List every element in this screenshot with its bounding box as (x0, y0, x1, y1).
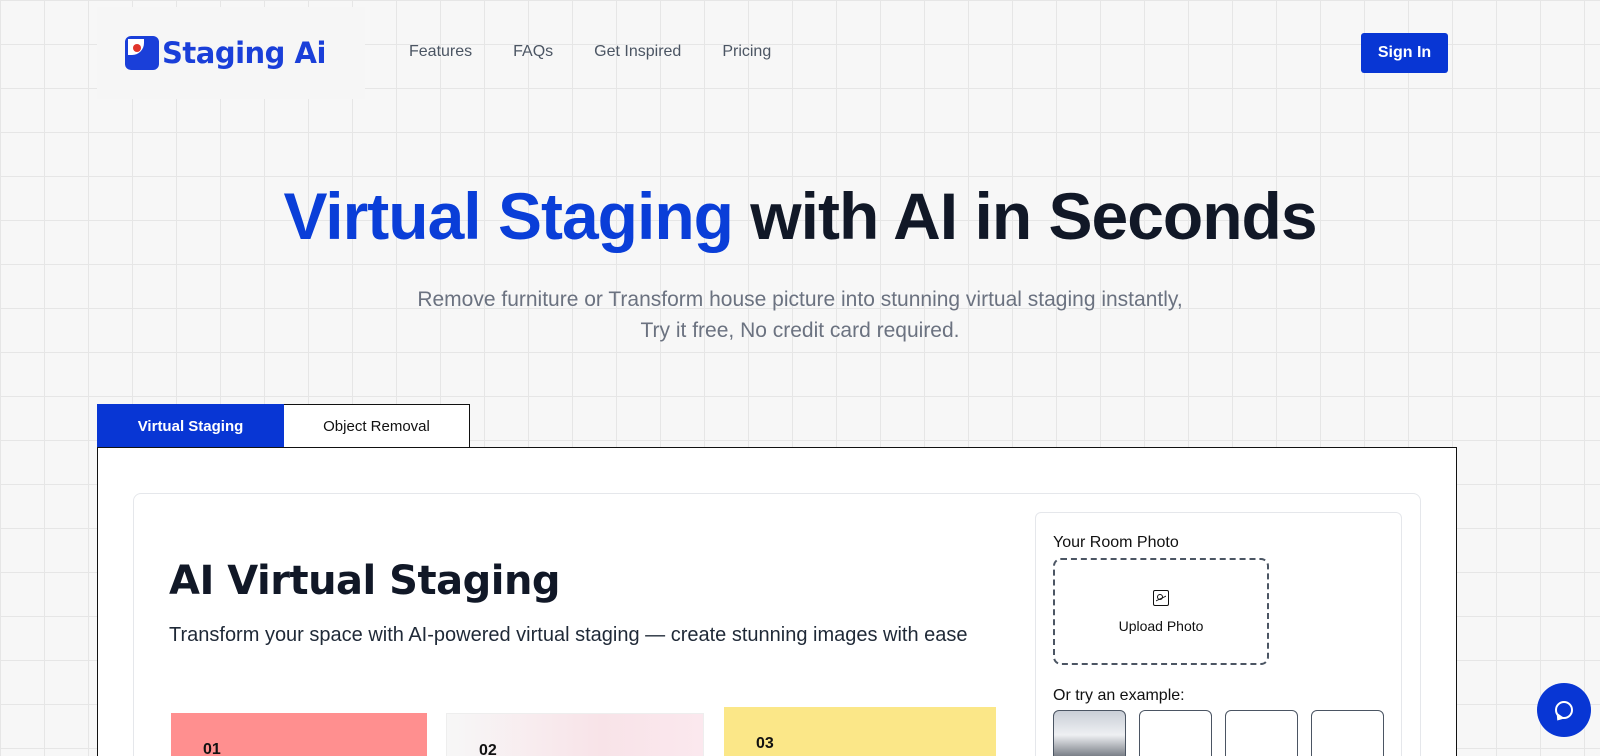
hero-title-rest: with AI in Seconds (732, 179, 1317, 253)
nav-features[interactable]: Features (409, 43, 472, 61)
upload-panel: Your Room Photo Upload Photo Or try an e… (1035, 512, 1402, 756)
chat-bubble-icon (1555, 701, 1573, 719)
hero-subtitle: Remove furniture or Transform house pict… (0, 284, 1600, 346)
hero-title: Virtual Staging with AI in Seconds (0, 178, 1600, 254)
step-number: 02 (479, 742, 497, 756)
card-description: Transform your space with AI-powered vir… (169, 624, 968, 646)
site-header: Staging Ai Features FAQs Get Inspired Pr… (0, 0, 1600, 100)
hero-subtitle-line1: Remove furniture or Transform house pict… (417, 288, 1183, 311)
logo-mark-icon (125, 36, 159, 70)
logo[interactable]: Staging Ai (97, 7, 365, 99)
upload-photo-label: Upload Photo (1118, 617, 1204, 634)
step-card-01: 01 (171, 713, 427, 756)
chat-button[interactable] (1537, 683, 1591, 737)
hero-subtitle-line2: Try it free, No credit card required. (640, 319, 960, 342)
mode-tabs: Virtual Staging Object Removal (97, 404, 470, 448)
image-icon (1153, 589, 1169, 606)
nav-pricing[interactable]: Pricing (722, 43, 771, 61)
sign-in-button[interactable]: Sign In (1361, 33, 1448, 73)
hero-title-accent: Virtual Staging (283, 179, 734, 253)
step-number: 01 (203, 741, 221, 756)
example-thumbnail-4[interactable] (1311, 710, 1384, 756)
tab-virtual-staging[interactable]: Virtual Staging (97, 404, 284, 448)
upload-photo-dropzone[interactable]: Upload Photo (1053, 558, 1269, 665)
example-thumbnail-1[interactable] (1053, 710, 1126, 756)
nav-faqs[interactable]: FAQs (513, 43, 553, 61)
examples-label: Or try an example: (1053, 687, 1185, 704)
main-nav: Features FAQs Get Inspired Pricing (409, 43, 812, 61)
tab-object-removal[interactable]: Object Removal (284, 404, 470, 448)
room-photo-label: Your Room Photo (1053, 534, 1179, 551)
step-card-03: 03 (724, 707, 996, 756)
step-card-02: 02 (446, 713, 704, 756)
example-thumbnail-2[interactable] (1139, 710, 1212, 756)
card-title: AI Virtual Staging (169, 558, 561, 604)
logo-text: Staging Ai (162, 36, 326, 70)
nav-get-inspired[interactable]: Get Inspired (594, 43, 681, 61)
example-thumbnail-3[interactable] (1225, 710, 1298, 756)
step-number: 03 (756, 735, 774, 752)
